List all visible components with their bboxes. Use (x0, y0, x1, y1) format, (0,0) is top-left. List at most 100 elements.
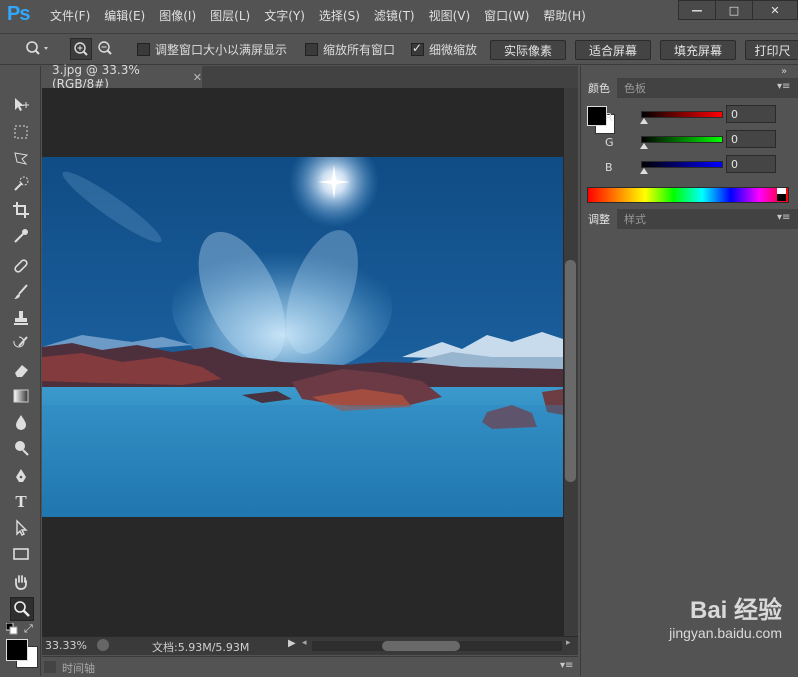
scrubby-zoom-check[interactable] (411, 41, 424, 56)
zoom-level[interactable]: 33.33% (45, 639, 87, 652)
document-canvas[interactable] (42, 88, 564, 636)
red-slider[interactable] (641, 111, 723, 118)
resize-window-check[interactable] (137, 43, 150, 56)
healing-brush-tool-icon[interactable] (10, 255, 32, 277)
status-menu-arrow-icon[interactable]: ▶ (288, 638, 296, 649)
blue-label: B (605, 161, 613, 174)
menu-help[interactable]: 帮助(H) (543, 7, 585, 24)
status-info-icon[interactable] (97, 639, 109, 651)
watermark-url: jingyan.baidu.com (669, 625, 782, 641)
scroll-right-icon[interactable]: ▸ (566, 638, 571, 648)
quick-selection-tool-icon[interactable] (10, 173, 32, 195)
clone-stamp-tool-icon[interactable] (10, 307, 32, 329)
menu-filter[interactable]: 滤镜(T) (374, 7, 415, 24)
fill-screen-button[interactable]: 填充屏幕 (660, 40, 736, 60)
scrubby-zoom-checkbox[interactable]: 细微缩放 (411, 41, 477, 58)
pen-tool-icon[interactable] (10, 465, 32, 487)
menu-edit[interactable]: 编辑(E) (104, 7, 145, 24)
gradient-tool-icon[interactable] (10, 385, 32, 407)
zoom-all-check[interactable] (305, 43, 318, 56)
right-panels: » 颜色 色板 ▾≡ R 0 G 0 B 0 调整 样式 ▾≡ (580, 66, 798, 676)
blue-value-input[interactable]: 0 (726, 155, 776, 173)
collapse-panels-icon[interactable]: » (781, 66, 787, 77)
tab-color[interactable]: 颜色 (581, 78, 617, 98)
lasso-tool-icon[interactable] (10, 147, 32, 169)
adjustments-panel-tabs: 调整 样式 ▾≡ (581, 209, 798, 229)
eyedropper-tool-icon[interactable] (10, 225, 32, 247)
blue-slider-thumb[interactable] (640, 168, 648, 174)
rectangle-tool-icon[interactable] (10, 543, 32, 565)
watermark-brand: Bai 经验 (689, 597, 782, 624)
scroll-left-icon[interactable]: ◂ (302, 638, 307, 648)
color-panel-menu-icon[interactable]: ▾≡ (777, 81, 790, 92)
menu-image[interactable]: 图像(I) (159, 7, 196, 24)
options-bar: 调整窗口大小以满屏显示 缩放所有窗口 细微缩放 实际像素 适合屏幕 填充屏幕 打… (0, 33, 798, 65)
actual-pixels-button[interactable]: 实际像素 (490, 40, 566, 60)
close-tab-icon[interactable]: ✕ (193, 71, 202, 84)
horizontal-scroll-thumb[interactable] (382, 641, 460, 651)
panel-foreground-swatch[interactable] (587, 106, 607, 126)
fit-screen-button[interactable]: 适合屏幕 (575, 40, 651, 60)
zoom-in-icon[interactable] (70, 38, 92, 60)
green-label: G (605, 136, 614, 149)
timeline-tab[interactable]: 时间轴 (62, 660, 95, 676)
minimize-button[interactable]: — (678, 0, 716, 20)
adjustments-panel-menu-icon[interactable]: ▾≡ (777, 212, 790, 223)
path-selection-tool-icon[interactable] (10, 517, 32, 539)
move-tool-icon[interactable] (10, 94, 32, 116)
photoshop-logo: Ps (7, 3, 30, 25)
red-slider-thumb[interactable] (640, 118, 648, 124)
color-spectrum-bar[interactable] (587, 187, 789, 203)
hand-tool-icon[interactable] (10, 571, 32, 593)
tab-swatches[interactable]: 色板 (617, 78, 653, 98)
timeline-menu-icon[interactable]: ▾≡ (560, 660, 573, 671)
timeline-collapse-icon[interactable] (44, 661, 56, 673)
print-size-button[interactable]: 打印尺 (745, 40, 798, 60)
menu-view[interactable]: 视图(V) (429, 7, 471, 24)
menu-type[interactable]: 文字(Y) (264, 7, 305, 24)
zoom-out-icon[interactable] (95, 38, 115, 58)
blue-slider[interactable] (641, 161, 723, 168)
type-tool-icon[interactable]: T (10, 491, 32, 513)
zoom-tool-icon[interactable] (24, 39, 50, 60)
tab-styles[interactable]: 样式 (617, 209, 653, 229)
color-panel-tabs: 颜色 色板 ▾≡ (581, 78, 798, 98)
menu-bar: Ps 文件(F) 编辑(E) 图像(I) 图层(L) 文字(Y) 选择(S) 滤… (0, 0, 798, 30)
green-slider[interactable] (641, 136, 723, 143)
spectrum-black-swatch[interactable] (777, 194, 786, 201)
green-value-input[interactable]: 0 (726, 130, 776, 148)
brush-tool-icon[interactable] (10, 281, 32, 303)
eraser-tool-icon[interactable] (10, 359, 32, 381)
resize-window-label: 调整窗口大小以满屏显示 (155, 43, 288, 57)
zoom-tool-icon[interactable] (10, 597, 34, 621)
menu-window[interactable]: 窗口(W) (484, 7, 529, 24)
blur-tool-icon[interactable] (10, 411, 32, 433)
tools-panel: T ⤢ (0, 66, 41, 676)
resize-window-checkbox[interactable]: 调整窗口大小以满屏显示 (137, 41, 287, 58)
history-brush-tool-icon[interactable] (10, 333, 32, 355)
green-slider-thumb[interactable] (640, 143, 648, 149)
document-tab-title: 3.jpg @ 33.3%(RGB/8#) (52, 63, 140, 91)
maximize-button[interactable]: □ (715, 0, 753, 20)
close-button[interactable]: ✕ (752, 0, 798, 20)
vertical-scroll-thumb[interactable] (565, 260, 576, 482)
menu-layer[interactable]: 图层(L) (210, 7, 250, 24)
scrubby-zoom-label: 细微缩放 (429, 43, 478, 57)
zoom-all-checkbox[interactable]: 缩放所有窗口 (305, 41, 395, 58)
status-bar: 33.33% 文档:5.93M/5.93M ▶ ◂ ▸ (42, 636, 578, 655)
red-value-input[interactable]: 0 (726, 105, 776, 123)
document-tab[interactable]: 3.jpg @ 33.3%(RGB/8#) ✕ (42, 63, 202, 91)
swap-colors-icon[interactable]: ⤢ (24, 622, 33, 636)
menu-file[interactable]: 文件(F) (50, 7, 90, 24)
document-tabs: 3.jpg @ 33.3%(RGB/8#) ✕ (42, 63, 578, 91)
crop-tool-icon[interactable] (10, 199, 32, 221)
marquee-tool-icon[interactable] (10, 121, 32, 143)
timeline-panel: 时间轴 ▾≡ (42, 656, 578, 677)
window-controls: — □ ✕ (678, 0, 798, 20)
tab-adjustments[interactable]: 调整 (581, 209, 617, 229)
dodge-tool-icon[interactable] (10, 437, 32, 459)
foreground-color-swatch[interactable] (6, 639, 28, 661)
menu-select[interactable]: 选择(S) (319, 7, 360, 24)
red-label: R (605, 111, 613, 124)
default-colors-icon[interactable] (5, 622, 18, 638)
